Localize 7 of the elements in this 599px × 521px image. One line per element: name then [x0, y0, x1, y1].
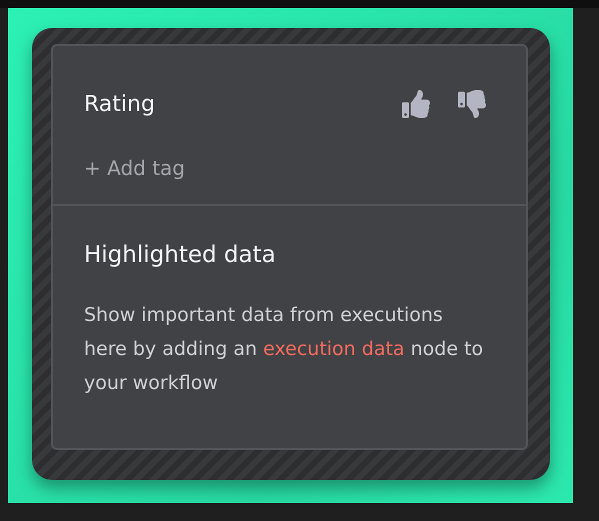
- thumbs-up-icon[interactable]: [402, 90, 430, 118]
- section-title: Highlighted data: [84, 242, 277, 268]
- rating-label: Rating: [84, 92, 155, 116]
- thumbs-down-icon[interactable]: [458, 90, 486, 118]
- execution-data-link[interactable]: execution data: [263, 338, 405, 360]
- add-tag-button[interactable]: + Add tag: [84, 156, 185, 180]
- description-text: Show important data from executions here by adding an execution data node to your workflow: [84, 303, 484, 396]
